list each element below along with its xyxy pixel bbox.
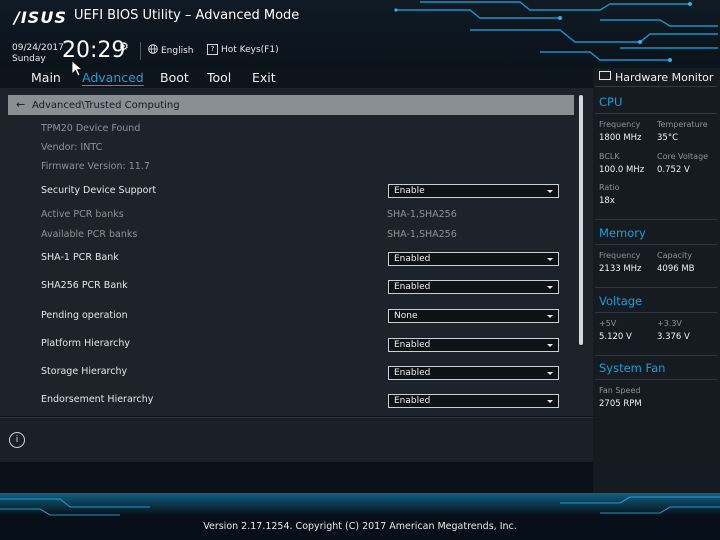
- hotkeys-label: Hot Keys(F1): [221, 45, 279, 55]
- chevron-down-icon: [547, 344, 553, 347]
- available-pcr-label: Available PCR banks: [41, 229, 138, 240]
- platform-hierarchy-select[interactable]: Enabled: [388, 338, 559, 352]
- hotkeys-button[interactable]: ? Hot Keys(F1): [207, 44, 279, 55]
- hw-divider: [595, 379, 717, 380]
- system-fan-section-title: System Fan: [599, 361, 666, 375]
- back-arrow-icon[interactable]: ←: [16, 95, 32, 115]
- sha1-bank-label: SHA-1 PCR Bank: [41, 252, 119, 263]
- endorsement-hierarchy-label: Endorsement Hierarchy: [41, 394, 154, 405]
- hardware-monitor-title: Hardware Monitor: [599, 71, 713, 84]
- version-info: Version 2.17.1254. Copyright (C) 2017 Am…: [203, 521, 517, 532]
- chevron-down-icon: [547, 315, 553, 318]
- menu-advanced[interactable]: Advanced: [82, 70, 144, 85]
- tpm-device-info: TPM20 Device Found: [41, 123, 141, 134]
- chevron-down-icon: [547, 372, 553, 375]
- chevron-down-icon: [547, 190, 553, 193]
- security-device-support-value: Enable: [394, 186, 425, 196]
- available-pcr-value: SHA-1,SHA256: [387, 229, 457, 240]
- memory-frequency-value: 2133 MHz: [599, 264, 642, 274]
- cpu-section-title: CPU: [599, 95, 623, 109]
- cpu-frequency-label: Frequency: [599, 120, 641, 129]
- hw-divider: [595, 244, 717, 245]
- cpu-temperature-value: 35°C: [657, 133, 679, 143]
- hw-divider: [595, 287, 717, 288]
- help-info-bar: [0, 417, 593, 462]
- pending-operation-label: Pending operation: [41, 310, 128, 321]
- hardware-monitor-panel: [593, 68, 720, 493]
- date-value: 09/24/2017: [12, 43, 64, 53]
- chevron-down-icon: [547, 400, 553, 403]
- cpu-temperature-label: Temperature: [657, 120, 708, 129]
- header-divider: [140, 42, 141, 60]
- hw-divider: [595, 312, 717, 313]
- footer-glow-decoration: [0, 493, 720, 516]
- date-display: 09/24/2017 Sunday: [12, 43, 64, 65]
- pending-operation-select[interactable]: None: [388, 309, 559, 323]
- memory-capacity-value: 4096 MB: [657, 264, 695, 274]
- hw-divider: [595, 219, 717, 220]
- platform-hierarchy-label: Platform Hierarchy: [41, 338, 131, 349]
- fan-speed-value: 2705 RPM: [599, 399, 642, 409]
- scrollbar[interactable]: [579, 95, 583, 345]
- bclk-value: 100.0 MHz: [599, 165, 645, 175]
- memory-capacity-label: Capacity: [657, 251, 692, 260]
- storage-hierarchy-value: Enabled: [394, 368, 431, 378]
- sha256-bank-label: SHA256 PCR Bank: [41, 280, 128, 291]
- info-icon: i: [9, 432, 25, 448]
- gear-icon[interactable]: ⚙: [119, 40, 129, 53]
- menu-exit[interactable]: Exit: [252, 70, 276, 85]
- platform-hierarchy-value: Enabled: [394, 340, 431, 350]
- voltage-5v-value: 5.120 V: [599, 332, 632, 342]
- security-device-support-label: Security Device Support: [41, 185, 157, 196]
- voltage-5v-label: +5V: [599, 319, 617, 328]
- voltage-3v3-label: +3.3V: [657, 319, 682, 328]
- language-button[interactable]: English: [148, 44, 194, 56]
- fan-speed-label: Fan Speed: [599, 386, 641, 395]
- core-voltage-value: 0.752 V: [657, 165, 690, 175]
- hw-divider: [595, 86, 717, 87]
- voltage-section-title: Voltage: [599, 294, 643, 308]
- hardware-monitor-label: Hardware Monitor: [615, 71, 714, 84]
- voltage-3v3-value: 3.376 V: [657, 332, 690, 342]
- chevron-down-icon: [547, 286, 553, 289]
- security-device-support-select[interactable]: Enable: [388, 184, 559, 198]
- sha1-bank-value: Enabled: [394, 254, 431, 264]
- globe-icon: [148, 44, 158, 54]
- help-key-icon: ?: [207, 44, 218, 55]
- firmware-info: Firmware Version: 11.7: [41, 161, 150, 172]
- storage-hierarchy-label: Storage Hierarchy: [41, 366, 128, 377]
- sha256-bank-value: Enabled: [394, 282, 431, 292]
- pending-operation-value: None: [394, 311, 418, 321]
- vendor-info: Vendor: INTC: [41, 142, 103, 153]
- menu-main[interactable]: Main: [31, 70, 61, 85]
- app-title: UEFI BIOS Utility – Advanced Mode: [74, 8, 300, 23]
- ratio-value: 18x: [599, 196, 615, 206]
- top-bar: /ISUS UEFI BIOS Utility – Advanced Mode …: [0, 0, 720, 68]
- cpu-frequency-value: 1800 MHz: [599, 133, 642, 143]
- monitor-icon: [599, 71, 611, 80]
- active-pcr-value: SHA-1,SHA256: [387, 209, 457, 220]
- endorsement-hierarchy-select[interactable]: Enabled: [388, 394, 559, 408]
- menu-tool[interactable]: Tool: [207, 70, 231, 85]
- menu-boot[interactable]: Boot: [160, 70, 189, 85]
- breadcrumb-path: Advanced\Trusted Computing: [32, 100, 180, 111]
- memory-frequency-label: Frequency: [599, 251, 641, 260]
- chevron-down-icon: [547, 258, 553, 261]
- active-pcr-label: Active PCR banks: [41, 209, 124, 220]
- day-value: Sunday: [12, 54, 46, 64]
- hw-divider: [595, 113, 717, 114]
- mouse-cursor-icon: [71, 60, 83, 77]
- core-voltage-label: Core Voltage: [657, 152, 709, 161]
- ratio-label: Ratio: [599, 183, 620, 192]
- memory-section-title: Memory: [599, 226, 646, 240]
- bclk-label: BCLK: [599, 152, 620, 161]
- sha1-bank-select[interactable]: Enabled: [388, 252, 559, 266]
- endorsement-hierarchy-value: Enabled: [394, 396, 431, 406]
- asus-logo: /ISUS: [14, 8, 67, 27]
- language-label: English: [161, 46, 194, 56]
- storage-hierarchy-select[interactable]: Enabled: [388, 366, 559, 380]
- sha256-bank-select[interactable]: Enabled: [388, 280, 559, 294]
- breadcrumb[interactable]: ← Advanced\Trusted Computing: [8, 95, 574, 115]
- hw-divider: [595, 355, 717, 356]
